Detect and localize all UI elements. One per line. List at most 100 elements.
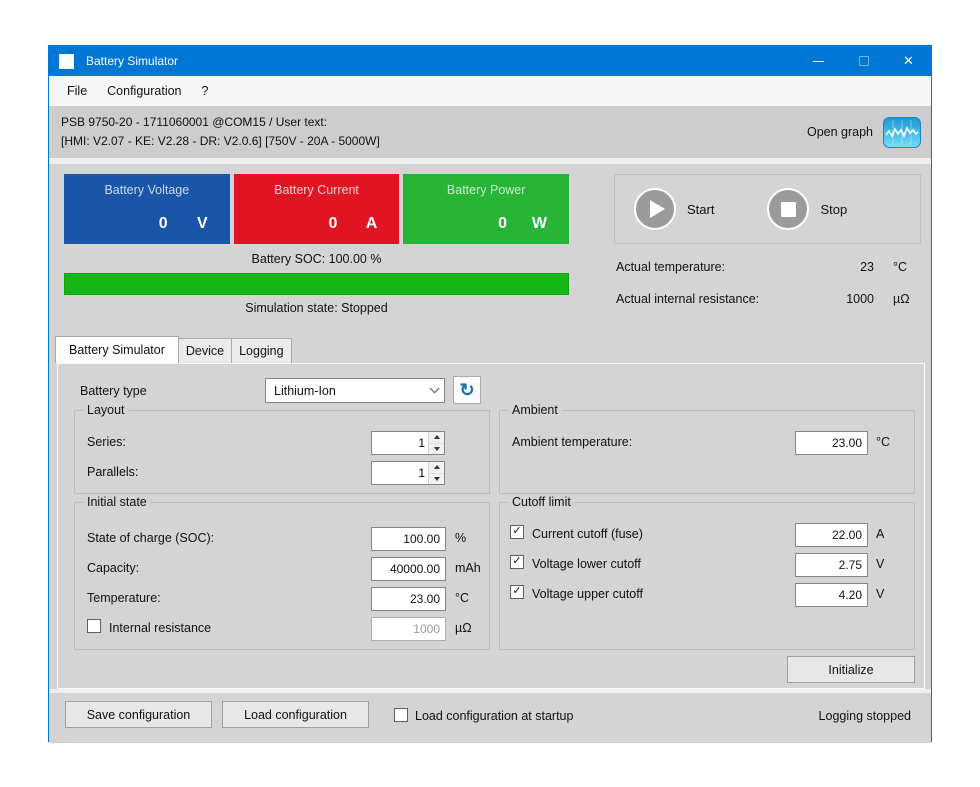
spin-down-icon — [434, 477, 440, 481]
app-icon — [59, 54, 74, 69]
layout-group: Layout Series: Parallels: — [74, 410, 490, 494]
device-info-line1: PSB 9750-20 - 1711060001 @COM15 / User t… — [61, 113, 380, 132]
ambient-temperature-unit: °C — [876, 435, 890, 449]
actual-temperature-value: 23 — [860, 260, 874, 274]
stop-button[interactable]: Stop — [767, 188, 847, 230]
device-info-line2: [HMI: V2.07 - KE: V2.28 - DR: V2.0.6] [7… — [61, 132, 380, 151]
open-graph-button[interactable]: Open graph — [807, 106, 921, 158]
minimize-icon — [813, 61, 824, 62]
parallels-spin-up-button[interactable] — [429, 462, 444, 473]
ambient-group-title: Ambient — [508, 403, 562, 417]
save-configuration-button[interactable]: Save configuration — [65, 701, 212, 728]
current-cutoff-input[interactable] — [795, 523, 868, 547]
refresh-button[interactable]: ↻ — [453, 376, 481, 404]
chevron-down-icon — [430, 383, 440, 393]
menu-file[interactable]: File — [57, 76, 97, 106]
menu-help[interactable]: ? — [192, 76, 219, 106]
cutoff-limit-group-title: Cutoff limit — [508, 495, 575, 509]
capacity-input[interactable] — [371, 557, 446, 581]
voltage-lower-cutoff-checkbox[interactable]: ✓ — [510, 555, 524, 569]
check-icon: ✓ — [512, 556, 521, 567]
menu-configuration[interactable]: Configuration — [97, 76, 191, 106]
tab-logging[interactable]: Logging — [231, 338, 292, 363]
series-spinner — [371, 431, 445, 455]
meter-unit: W — [532, 215, 547, 233]
titlebar: Battery Simulator ✕ — [49, 46, 931, 76]
cutoff-limit-group: Cutoff limit ✓ Current cutoff (fuse) A ✓… — [499, 502, 915, 650]
footer-bar: Save configuration Load configuration Lo… — [49, 693, 931, 743]
parallels-label: Parallels: — [87, 465, 138, 479]
maximize-icon — [859, 56, 869, 66]
parallels-spin-down-button[interactable] — [429, 473, 444, 485]
meter-value: 0 — [498, 215, 507, 233]
load-at-startup-checkbox[interactable] — [394, 708, 408, 722]
actual-internal-resistance-value: 1000 — [846, 292, 874, 306]
series-spin-up-button[interactable] — [429, 432, 444, 443]
start-stop-panel: Start Stop — [614, 174, 921, 244]
maximize-button[interactable] — [841, 46, 886, 76]
stop-icon — [767, 188, 809, 230]
temperature-input[interactable] — [371, 587, 446, 611]
battery-power-meter: Battery Power 0 W — [403, 174, 569, 244]
series-input[interactable] — [372, 432, 428, 454]
meter-panel: Battery Voltage 0 V Battery Current 0 A … — [64, 174, 569, 244]
series-spin-down-button[interactable] — [429, 443, 444, 455]
check-icon: ✓ — [512, 586, 521, 597]
voltage-upper-cutoff-checkbox[interactable]: ✓ — [510, 585, 524, 599]
battery-current-meter: Battery Current 0 A — [234, 174, 400, 244]
meter-label: Battery Current — [234, 183, 400, 197]
internal-resistance-input — [371, 617, 446, 641]
soc-unit: % — [455, 531, 466, 545]
start-button[interactable]: Start — [634, 188, 714, 230]
voltage-upper-cutoff-unit: V — [876, 587, 884, 601]
soc-progress-fill — [65, 274, 568, 294]
actual-temperature-unit: °C — [893, 260, 907, 274]
refresh-icon: ↻ — [459, 381, 474, 399]
soc-progressbar — [64, 273, 569, 295]
capacity-label: Capacity: — [87, 561, 139, 575]
window-title: Battery Simulator — [86, 54, 178, 68]
actual-internal-resistance-label: Actual internal resistance: — [616, 292, 759, 306]
current-cutoff-unit: A — [876, 527, 884, 541]
battery-type-label: Battery type — [80, 384, 147, 398]
meter-unit: V — [197, 215, 208, 233]
parallels-input[interactable] — [372, 462, 428, 484]
spin-up-icon — [434, 435, 440, 439]
ambient-group: Ambient Ambient temperature: °C — [499, 410, 915, 494]
internal-resistance-checkbox[interactable] — [87, 619, 101, 633]
soc-input[interactable] — [371, 527, 446, 551]
load-configuration-button[interactable]: Load configuration — [222, 701, 369, 728]
tab-device[interactable]: Device — [178, 338, 232, 363]
soc-label: State of charge (SOC): — [87, 531, 214, 545]
minimize-button[interactable] — [796, 46, 841, 76]
close-button[interactable]: ✕ — [886, 46, 931, 76]
current-cutoff-label: Current cutoff (fuse) — [532, 527, 643, 541]
close-icon: ✕ — [903, 53, 914, 69]
layout-group-title: Layout — [83, 403, 129, 417]
current-cutoff-checkbox[interactable]: ✓ — [510, 525, 524, 539]
parallels-spinner — [371, 461, 445, 485]
temperature-unit: °C — [455, 591, 469, 605]
capacity-unit: mAh — [455, 561, 481, 575]
voltage-upper-cutoff-input[interactable] — [795, 583, 868, 607]
meter-value: 0 — [159, 215, 168, 233]
voltage-lower-cutoff-input[interactable] — [795, 553, 868, 577]
stop-label: Stop — [820, 202, 847, 217]
actual-temperature-row: Actual temperature: 23 °C — [616, 260, 921, 278]
battery-type-dropdown[interactable]: Lithium-Ion — [265, 378, 445, 403]
voltage-lower-cutoff-unit: V — [876, 557, 884, 571]
initial-state-group-title: Initial state — [83, 495, 151, 509]
initial-state-group: Initial state State of charge (SOC): % C… — [74, 502, 490, 650]
graph-icon — [883, 117, 921, 148]
tab-battery-simulator[interactable]: Battery Simulator — [55, 336, 179, 363]
play-icon — [634, 188, 676, 230]
meter-label: Battery Voltage — [64, 183, 230, 197]
initialize-button[interactable]: Initialize — [787, 656, 915, 683]
device-info-bar: PSB 9750-20 - 1711060001 @COM15 / User t… — [49, 106, 931, 158]
internal-resistance-label: Internal resistance — [109, 621, 211, 635]
ambient-temperature-input[interactable] — [795, 431, 868, 455]
meter-label: Battery Power — [403, 183, 569, 197]
tabstrip: Battery Simulator Device Logging — [55, 336, 292, 363]
load-at-startup-label: Load configuration at startup — [415, 709, 573, 723]
battery-type-value: Lithium-Ion — [274, 384, 336, 398]
